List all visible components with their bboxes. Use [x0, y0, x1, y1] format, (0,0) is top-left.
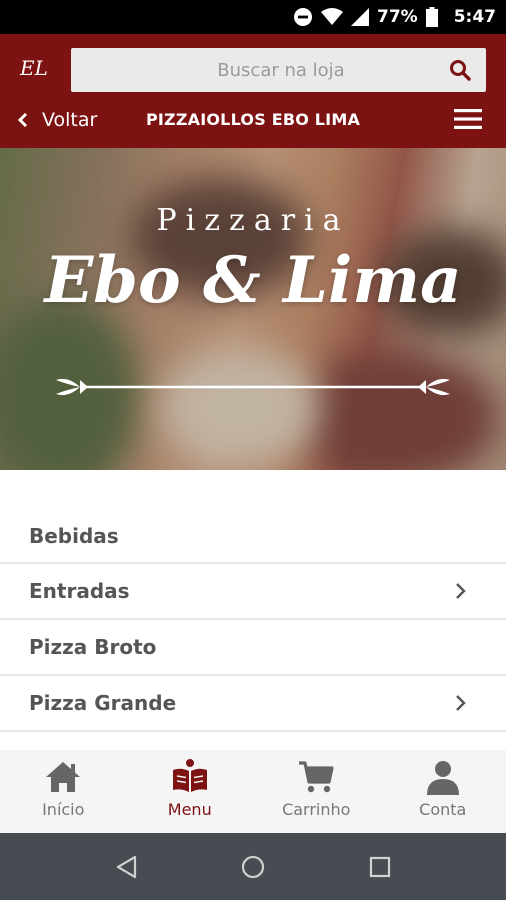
hero-title: Ebo & Lima: [44, 243, 462, 318]
system-nav-bar: [0, 833, 506, 900]
search-icon[interactable]: [448, 58, 472, 82]
status-icons: 77% 5:47: [293, 0, 496, 34]
category-label: Entradas: [29, 579, 130, 603]
category-item[interactable]: Entradas: [0, 564, 506, 620]
hero-subtitle: Pizzaria: [156, 203, 350, 238]
recents-square-icon[interactable]: [366, 853, 394, 881]
hamburger-menu-icon[interactable]: [454, 108, 482, 130]
wifi-icon: [321, 8, 343, 25]
chevron-right-icon: [456, 583, 466, 599]
search-input[interactable]: [71, 48, 441, 92]
search-box[interactable]: [71, 48, 486, 92]
tab-conta[interactable]: Conta: [380, 750, 506, 833]
hero-banner: Pizzaria Ebo & Lima: [0, 148, 506, 470]
status-time: 5:47: [453, 7, 496, 27]
category-label: Bebidas: [29, 524, 119, 548]
cart-icon: [299, 761, 334, 793]
status-bar: 77% 5:47: [0, 0, 506, 34]
category-item[interactable]: Pizza Broto: [0, 620, 506, 676]
tab-label: Carrinho: [282, 800, 351, 819]
back-triangle-icon[interactable]: [113, 853, 141, 881]
home-circle-icon[interactable]: [239, 853, 267, 881]
book-icon: [172, 759, 207, 792]
category-item[interactable]: Pizza Grande: [0, 676, 506, 732]
app-header: EL Voltar PIZZAIOLLOS EBO LIMA: [0, 34, 506, 148]
battery-percent: 77%: [377, 7, 418, 27]
category-list: Bebidas Entradas Pizza Broto Pizza Grand…: [0, 510, 506, 732]
tab-label: Início: [42, 800, 85, 819]
category-label: Pizza Grande: [29, 691, 177, 715]
category-item[interactable]: Bebidas: [0, 510, 506, 564]
bottom-tab-bar: Início Menu Carrinho Conta: [0, 750, 506, 833]
tab-inicio[interactable]: Início: [0, 750, 127, 833]
battery-icon: [425, 7, 438, 27]
user-icon: [426, 761, 459, 795]
tab-carrinho[interactable]: Carrinho: [253, 750, 380, 833]
tab-label: Conta: [419, 800, 467, 819]
nav-row: Voltar PIZZAIOLLOS EBO LIMA: [0, 98, 506, 142]
category-label: Pizza Broto: [29, 635, 157, 659]
ornament-divider-icon: [56, 378, 450, 396]
tab-label: Menu: [167, 800, 212, 819]
chevron-right-icon: [456, 695, 466, 711]
page-title: PIZZAIOLLOS EBO LIMA: [145, 110, 361, 129]
signal-icon: [351, 8, 369, 26]
tab-menu[interactable]: Menu: [127, 750, 254, 833]
do-not-disturb-icon: [294, 8, 312, 26]
store-logo[interactable]: EL: [20, 56, 60, 84]
home-icon: [46, 762, 81, 792]
